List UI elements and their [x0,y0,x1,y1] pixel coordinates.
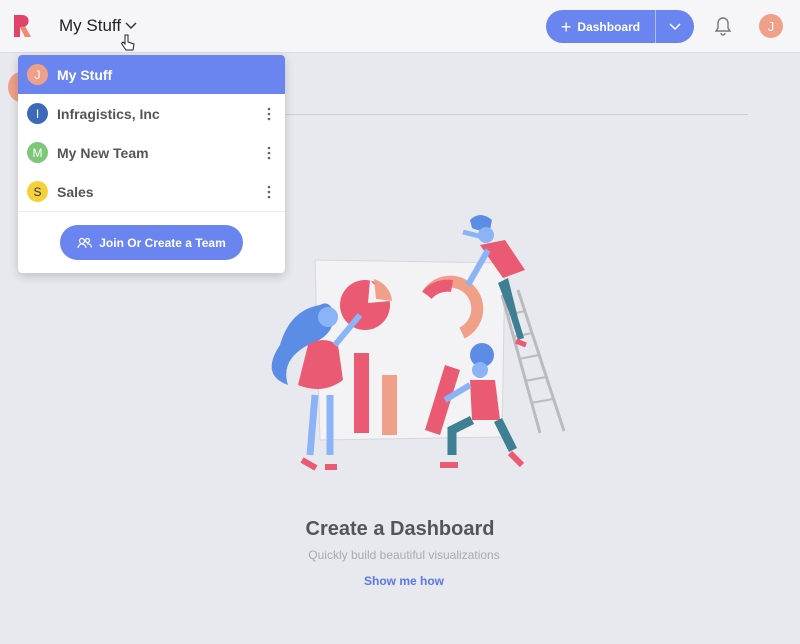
join-or-create-team-button[interactable]: Join Or Create a Team [60,225,243,260]
chevron-down-icon [669,22,681,30]
workspace-item-my-new-team[interactable]: M My New Team [18,133,285,172]
empty-state-title: Create a Dashboard [305,518,495,540]
workspace-item-label: Sales [57,183,94,200]
new-dashboard-button[interactable]: + Dashboard [546,10,656,43]
empty-state-subtitle: Quickly build beautiful visualizations [308,548,500,562]
more-options-icon[interactable] [267,107,271,121]
workspace-avatar: I [27,103,48,124]
workspace-avatar: S [27,181,48,202]
join-button-label: Join Or Create a Team [99,235,226,250]
dashboard-options-dropdown[interactable] [656,10,694,43]
chevron-down-icon [125,22,137,30]
user-avatar[interactable]: J [759,14,783,38]
workspace-item-infragistics[interactable]: I Infragistics, Inc [18,94,285,133]
plus-icon: + [560,16,572,37]
team-icon [77,237,93,248]
top-bar: My Stuff + Dashboard J [0,0,800,53]
app-logo-icon[interactable] [12,13,34,39]
workspace-avatar: M [27,142,48,163]
show-me-how-link[interactable]: Show me how [0,574,800,588]
workspace-item-label: My New Team [57,144,149,161]
create-dashboard-illustration [271,215,566,471]
divider [284,114,748,115]
new-dashboard-split-button: + Dashboard [546,10,694,43]
more-options-icon[interactable] [267,146,271,160]
notifications-bell-icon[interactable] [713,16,733,36]
workspace-item-label: My Stuff [57,66,113,83]
workspace-item-label: Infragistics, Inc [57,105,160,122]
pointer-cursor-icon [121,34,135,51]
workspace-avatar: J [27,64,48,85]
more-options-icon[interactable] [267,185,271,199]
workspace-selector[interactable]: My Stuff [59,16,137,36]
workspace-title-label: My Stuff [59,16,122,35]
new-dashboard-label: Dashboard [577,19,641,34]
workspace-item-my-stuff[interactable]: J My Stuff [18,55,285,94]
